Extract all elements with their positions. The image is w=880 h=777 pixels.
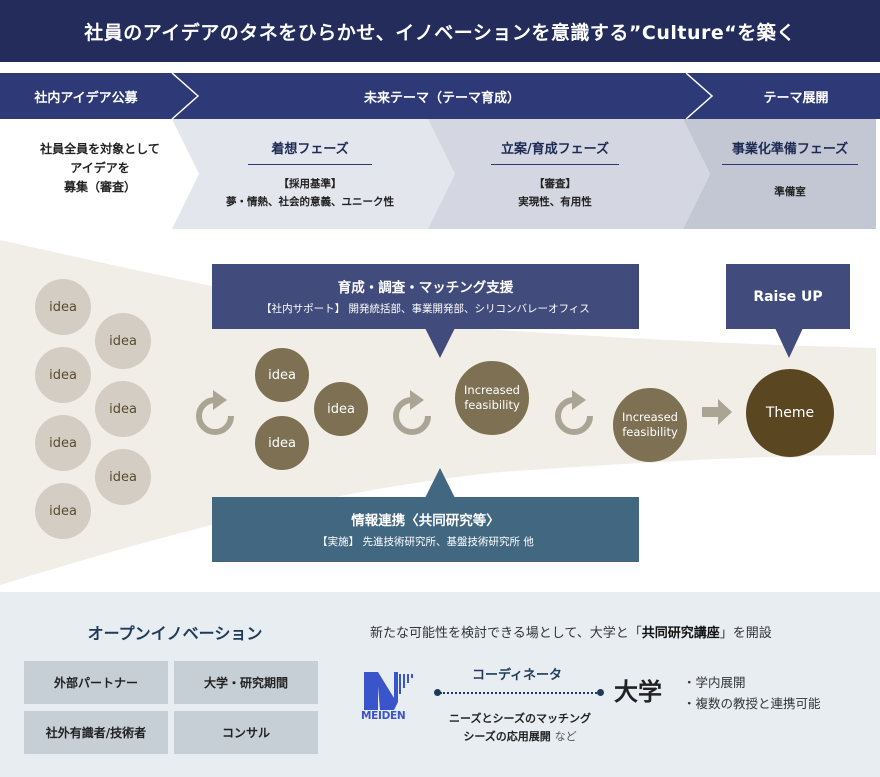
university-label: 大学 — [614, 678, 662, 706]
raise-up-callout: Raise UP — [726, 264, 850, 329]
feasibility-circle: Increased feasibility — [612, 387, 688, 463]
divider — [248, 164, 372, 165]
divider — [722, 164, 858, 165]
callout-pointer-down — [775, 328, 803, 358]
sub-phase-title: 立案/育成フェーズ — [500, 142, 610, 157]
idea-circle: idea — [95, 381, 151, 437]
sub-phase-preparation: 事業化準備フェーズ 準備室 — [710, 138, 870, 201]
idea-circle: idea — [35, 415, 91, 471]
selected-idea-circle: idea — [313, 381, 369, 437]
idea-circle: idea — [95, 313, 151, 369]
callout-pointer-up — [425, 468, 455, 498]
selected-idea-circle: idea — [254, 347, 310, 403]
list-item: ・学内展開 — [683, 675, 746, 690]
meiden-logo-text: MEIDEN — [361, 710, 406, 722]
matching-description: ニーズとシーズのマッチング シーズの応用展開 など — [449, 712, 591, 744]
connector-line — [440, 692, 600, 694]
partner-box: 外部パートナー — [24, 661, 168, 704]
page-title: 社員のアイデアのタネをひらかせ、イノベーションを意識する”Culture“を築く — [0, 0, 880, 62]
chevron-right-icon — [685, 73, 714, 119]
idea-circle: idea — [35, 483, 91, 539]
open-innovation-title: オープンイノベーション — [87, 624, 263, 643]
partner-box: コンサル — [174, 711, 318, 754]
idea-circle: idea — [95, 449, 151, 505]
callout-subtitle: 【社内サポート】 開発統括部、事業開発部、シリコンバレーオフィス — [261, 303, 590, 315]
theme-circle: Theme — [745, 368, 835, 458]
callout-subtitle: 【実施】 先進技術研究所、基盤技術研究所 他 — [317, 536, 534, 548]
connector-dot — [597, 689, 604, 696]
phase-label-future: 未来テーマ（テーマ育成） — [363, 90, 520, 106]
partner-box: 大学・研究期間 — [174, 661, 318, 704]
callout-title: 情報連携〈共同研究等〉 — [351, 513, 500, 529]
sub-phase-title: 着想フェーズ — [271, 142, 349, 157]
recruit-description: 社員全員を対象として アイデアを 募集（審査） — [40, 142, 160, 195]
refresh-icon — [555, 390, 593, 435]
university-benefits: ・学内展開 ・複数の教授と連携可能 — [683, 672, 821, 715]
joint-research-lead: 新たな可能性を検討できる場として、大学と「共同研究講座」を開設 — [370, 626, 772, 641]
callout-title: 育成・調査・マッチング支援 — [337, 280, 514, 296]
coordinator-label: コーディネータ — [471, 668, 563, 683]
divider — [491, 164, 619, 165]
info-callout: 情報連携〈共同研究等〉 【実施】 先進技術研究所、基盤技術研究所 他 — [212, 497, 639, 562]
right-arrow-icon — [702, 399, 732, 425]
refresh-icon — [196, 390, 234, 435]
refresh-icon — [393, 390, 431, 435]
selected-idea-circle: idea — [254, 415, 310, 471]
support-callout: 育成・調査・マッチング支援 【社内サポート】 開発統括部、事業開発部、シリコンバ… — [212, 264, 639, 329]
phase-label-deploy: テーマ展開 — [763, 90, 829, 106]
list-item: ・複数の教授と連携可能 — [683, 696, 821, 712]
phase-label-recruit: 社内アイデア公募 — [34, 90, 138, 106]
sub-phase-ideation: 着想フェーズ 【採用基準】 夢・情熱、社会的意義、ユニーク性 — [210, 138, 410, 212]
callout-pointer-down — [425, 328, 455, 358]
partner-box: 社外有識者/技術者 — [24, 711, 168, 754]
idea-circle: idea — [35, 347, 91, 403]
chevron-right-icon — [171, 73, 200, 119]
sub-phase-planning: 立案/育成フェーズ 【審査】 実現性、有用性 — [455, 138, 655, 212]
sub-phase-title: 事業化準備フェーズ — [731, 142, 849, 157]
meiden-logo-icon — [364, 672, 413, 710]
idea-circle: idea — [35, 279, 91, 335]
feasibility-circle: Increased feasibility — [454, 360, 530, 436]
